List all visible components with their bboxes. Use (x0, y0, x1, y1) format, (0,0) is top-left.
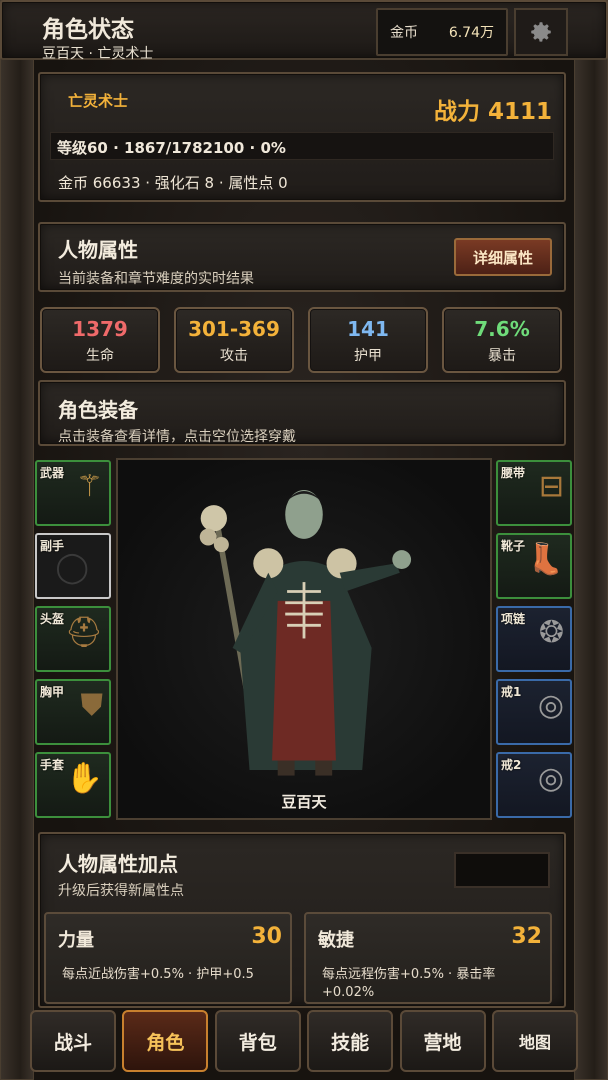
attr-value: 30 (251, 924, 282, 949)
nav-skills[interactable]: 技能 (307, 1010, 394, 1072)
attribute-points-panel: 人物属性加点 升级后获得新属性点 力量 30 每点近战伤害+0.5% · 护甲+… (38, 832, 566, 1008)
robe-icon: ⛊ (80, 688, 104, 723)
attr-name: 力量 (58, 930, 94, 951)
slot-label: 项链 (501, 612, 526, 626)
attributes-header: 人物属性 当前装备和章节难度的实时结果 详细属性 (38, 222, 566, 292)
right-frame-border (574, 0, 608, 1080)
equipment-header: 角色装备 点击装备查看详情，点击空位选择穿戴 (38, 380, 566, 446)
points-action-button[interactable] (454, 852, 550, 888)
slot-ring-1[interactable]: 戒1 ◎ (496, 679, 572, 745)
stat-label: 攻击 (220, 348, 248, 364)
slot-label: 戒1 (501, 685, 522, 699)
stat-label: 生命 (86, 348, 114, 364)
attr-value: 32 (511, 924, 542, 949)
slot-label: 头盔 (40, 612, 65, 626)
coin-label: 金币 (390, 25, 418, 41)
character-portrait: 豆百天 (116, 458, 492, 820)
stat-armor: 141 护甲 (308, 307, 428, 373)
stat-label: 护甲 (354, 348, 382, 364)
stat-value: 141 (347, 317, 389, 341)
slot-helmet[interactable]: 头盔 ⛑ (35, 606, 111, 672)
boots-icon: 👢 (526, 542, 564, 577)
slot-label: 腰带 (501, 466, 526, 480)
equipment-subtitle: 点击装备查看详情，点击空位选择穿戴 (58, 429, 296, 445)
nav-bag[interactable]: 背包 (214, 1010, 301, 1072)
necklace-icon: ❂ (538, 615, 564, 650)
slot-boots[interactable]: 靴子 👢 (496, 533, 572, 599)
coin-value: 6.74万 (448, 25, 494, 41)
ring-icon: ◎ (537, 688, 564, 723)
necromancer-figure-icon (199, 490, 412, 776)
nav-camp[interactable]: 营地 (399, 1010, 486, 1072)
class-name: 亡灵术士 (68, 92, 129, 110)
stat-attack: 301-369 攻击 (174, 307, 294, 373)
bottom-navigation: 战斗 角色 背包 技能 营地 地图 (30, 1010, 578, 1080)
slot-chest[interactable]: 胸甲 ⛊ (35, 679, 111, 745)
level-progress: 等级60 · 1867/1782100 · 0% (50, 132, 554, 160)
stat-value: 301-369 (188, 317, 280, 341)
class-summary-panel: 亡灵术士 战力 4111 等级60 · 1867/1782100 · 0% 金币… (38, 72, 566, 202)
points-title: 人物属性加点 (58, 852, 178, 876)
slot-label: 胸甲 (40, 685, 65, 699)
coin-display: 金币 6.74万 (376, 8, 508, 56)
resource-line: 金币 66633 · 强化石 8 · 属性点 0 (58, 174, 288, 192)
attr-desc: 每点近战伤害+0.5% · 护甲+0.5 (62, 967, 254, 982)
attr-card-strength[interactable]: 力量 30 每点近战伤害+0.5% · 护甲+0.5 (44, 912, 292, 1004)
slot-belt[interactable]: 腰带 ⊟ (496, 460, 572, 526)
left-frame-border (0, 0, 34, 1080)
detail-attributes-button[interactable]: 详细属性 (454, 238, 552, 276)
nav-battle[interactable]: 战斗 (30, 1010, 116, 1072)
equipment-title: 角色装备 (58, 398, 138, 422)
stat-value: 1379 (72, 317, 128, 341)
stat-label: 暴击 (488, 348, 516, 364)
attributes-title: 人物属性 (58, 238, 138, 262)
nav-character[interactable]: 角色 (122, 1010, 209, 1072)
slot-necklace[interactable]: 项链 ❂ (496, 606, 572, 672)
slot-label: 手套 (40, 758, 65, 772)
slot-offhand[interactable]: 副手 ◯ (35, 533, 111, 599)
hood-icon: ⛑ (64, 615, 103, 650)
gear-icon (531, 22, 551, 42)
stat-value: 7.6% (474, 317, 530, 341)
slot-ring-2[interactable]: 戒2 ◎ (496, 752, 572, 818)
stat-crit: 7.6% 暴击 (442, 307, 562, 373)
slot-weapon[interactable]: 武器 ⚚ (35, 460, 111, 526)
ring-icon: ◎ (537, 761, 564, 796)
settings-button[interactable] (514, 8, 568, 56)
slot-gloves[interactable]: 手套 ✋ (35, 752, 111, 818)
attr-name: 敏捷 (318, 930, 354, 951)
points-subtitle: 升级后获得新属性点 (58, 883, 184, 899)
combat-power: 战力 4111 (433, 99, 552, 125)
nav-map[interactable]: 地图 (491, 1010, 578, 1072)
empty-slot-icon: ◯ (55, 550, 89, 585)
attr-desc: 每点远程伤害+0.5% · 暴击率+0.02% (322, 967, 496, 1000)
slot-label: 戒2 (501, 758, 522, 772)
attr-card-agility[interactable]: 敏捷 32 每点远程伤害+0.5% · 暴击率+0.02% (304, 912, 552, 1004)
top-header: 角色状态 豆百天 · 亡灵术士 金币 6.74万 (0, 0, 608, 62)
belt-icon: ⊟ (538, 469, 564, 504)
gloves-icon: ✋ (65, 761, 103, 796)
attributes-subtitle: 当前装备和章节难度的实时结果 (58, 271, 254, 287)
stat-hp: 1379 生命 (40, 307, 160, 373)
character-subtitle: 豆百天 · 亡灵术士 (42, 46, 154, 62)
page-title: 角色状态 (42, 17, 134, 43)
staff-icon: ⚚ (76, 469, 103, 504)
slot-label: 武器 (40, 466, 65, 480)
slot-label: 靴子 (501, 539, 526, 553)
character-name: 豆百天 (281, 793, 327, 811)
